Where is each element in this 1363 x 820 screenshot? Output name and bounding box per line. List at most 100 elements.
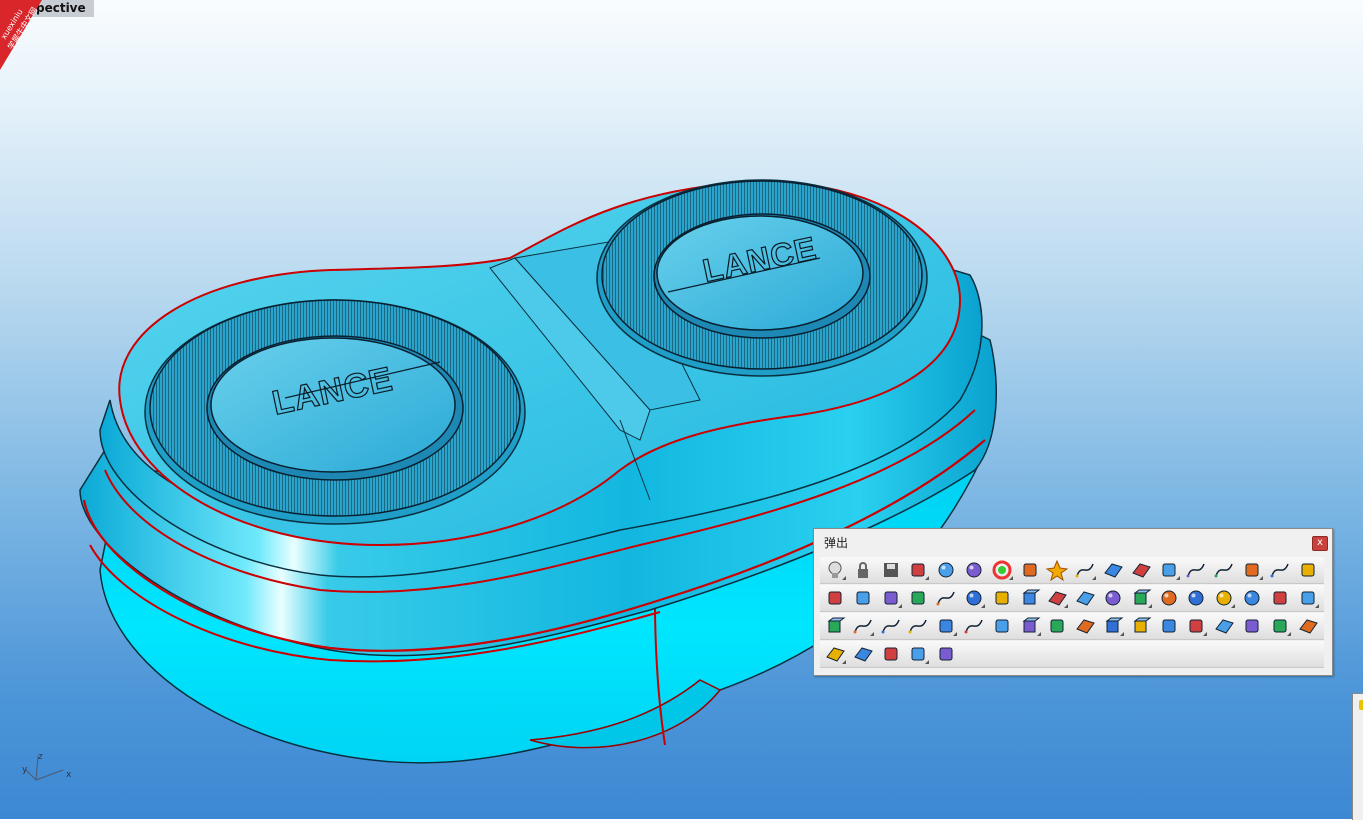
- flyout-indicator-icon: [897, 604, 902, 608]
- wireframe-sphere-button[interactable]: [935, 559, 958, 581]
- arch-button[interactable]: [1269, 559, 1292, 581]
- point-cloud-button[interactable]: [1241, 559, 1264, 581]
- boolean-intersect-button[interactable]: [1213, 587, 1236, 609]
- flyout-indicator-icon: [1203, 632, 1208, 636]
- solid-box-button[interactable]: [824, 615, 847, 637]
- polyline-2-icon: [963, 615, 986, 637]
- toolbar-row-4: [820, 641, 1324, 668]
- flyout-indicator-icon: [981, 604, 985, 608]
- loft-button[interactable]: [824, 643, 847, 665]
- circle-sphere-icon: [1102, 587, 1125, 609]
- boolean-difference-icon: [1241, 587, 1264, 609]
- sweep-button[interactable]: [1074, 615, 1097, 637]
- offset-button[interactable]: [1269, 587, 1292, 609]
- explode-button[interactable]: [1158, 559, 1181, 581]
- circle-button[interactable]: [963, 587, 986, 609]
- list-button[interactable]: [991, 615, 1014, 637]
- render-icon: [1046, 559, 1069, 581]
- save-button[interactable]: [880, 559, 903, 581]
- options-gear-icon: [1019, 559, 1042, 581]
- lightbulb-button[interactable]: [824, 559, 847, 581]
- grid-points-button[interactable]: [852, 587, 875, 609]
- sphere-button[interactable]: [1158, 587, 1181, 609]
- circle-sphere-button[interactable]: [1102, 587, 1125, 609]
- surface-2-button[interactable]: [1213, 615, 1236, 637]
- axes-indicator: x y z: [22, 752, 72, 781]
- patch-button[interactable]: [1297, 615, 1320, 637]
- color-wheel-button[interactable]: [991, 559, 1014, 581]
- align-button[interactable]: [880, 587, 903, 609]
- clipping-button[interactable]: [935, 643, 958, 665]
- flyout-indicator-icon: [842, 660, 846, 664]
- flyout-indicator-icon: [1036, 632, 1041, 636]
- pipe-button[interactable]: [1297, 587, 1320, 609]
- array-button[interactable]: [1046, 615, 1069, 637]
- panel-icon: [1359, 700, 1363, 710]
- cylinder-2-button[interactable]: [1102, 615, 1125, 637]
- cylinder-solid-button[interactable]: [1019, 615, 1042, 637]
- curve-button[interactable]: [880, 615, 903, 637]
- flip-button[interactable]: [880, 643, 903, 665]
- cylinder-3-icon: [1130, 615, 1153, 637]
- layers-icon: [991, 587, 1014, 609]
- sweep-surface-button[interactable]: [1130, 559, 1153, 581]
- blend-curve-icon: [1185, 559, 1208, 581]
- wireframe-sphere-icon: [935, 559, 958, 581]
- sphere-icon: [1158, 587, 1181, 609]
- zoom-extents-button[interactable]: [907, 559, 930, 581]
- cone-button[interactable]: [1269, 615, 1292, 637]
- blend-surface-button[interactable]: [1213, 559, 1236, 581]
- shaded-sphere-button[interactable]: [963, 559, 986, 581]
- surface-2-icon: [1213, 615, 1236, 637]
- watermark-logo: xuexiniu 学犀牛中文网: [0, 0, 42, 70]
- mirror-button[interactable]: [824, 587, 847, 609]
- rotate-3d-button[interactable]: [1297, 559, 1320, 581]
- flyout-indicator-icon: [1120, 632, 1124, 636]
- flyout-indicator-icon: [1175, 576, 1180, 580]
- lock-button[interactable]: [852, 559, 875, 581]
- rotate-button[interactable]: [907, 643, 930, 665]
- options-gear-button[interactable]: [1019, 559, 1042, 581]
- surface-button[interactable]: [1074, 587, 1097, 609]
- polyline-button[interactable]: [935, 587, 958, 609]
- cylinder-button[interactable]: [1019, 587, 1042, 609]
- model-scene[interactable]: LANCE LANCE: [0, 0, 1363, 819]
- polyline-icon: [935, 587, 958, 609]
- fillet-curve-button[interactable]: [852, 615, 875, 637]
- arc-blend-icon: [907, 615, 930, 637]
- boolean-difference-button[interactable]: [1241, 587, 1264, 609]
- flyout-indicator-icon: [1286, 632, 1291, 636]
- flyout-indicator-icon: [925, 576, 930, 580]
- popup-toolbar[interactable]: 弹出 x: [813, 528, 1333, 676]
- render-button[interactable]: [1046, 559, 1069, 581]
- viewport[interactable]: LANCE LANCE Perspective xuexiniu 学犀牛中文网 …: [0, 0, 1363, 820]
- patch-icon: [1297, 615, 1320, 637]
- box-button[interactable]: [1130, 587, 1153, 609]
- pie-2-button[interactable]: [1185, 615, 1208, 637]
- popup-close-button[interactable]: x: [1312, 536, 1328, 551]
- arc-curve-button[interactable]: [1074, 559, 1097, 581]
- toolbar-row-1: [820, 557, 1324, 584]
- walk-button[interactable]: [935, 615, 958, 637]
- side-panel-stub[interactable]: [1352, 693, 1363, 820]
- boolean-union-button[interactable]: [1185, 587, 1208, 609]
- blend-curve-button[interactable]: [1185, 559, 1208, 581]
- funnel-button[interactable]: [1241, 615, 1264, 637]
- toolbar-row-3: [820, 613, 1324, 640]
- pie-button[interactable]: [1158, 615, 1181, 637]
- surface-patch-button[interactable]: [1102, 559, 1125, 581]
- arc-blend-button[interactable]: [907, 615, 930, 637]
- polyline-2-button[interactable]: [963, 615, 986, 637]
- plane-2-button[interactable]: [852, 643, 875, 665]
- cylinder-3-button[interactable]: [1130, 615, 1153, 637]
- sweep-surface-icon: [1130, 559, 1153, 581]
- clipping-icon: [935, 643, 958, 665]
- flyout-indicator-icon: [1231, 604, 1236, 608]
- extrude-button[interactable]: [907, 587, 930, 609]
- rotate-3d-icon: [1297, 559, 1320, 581]
- plane-button[interactable]: [1046, 587, 1069, 609]
- lock-icon: [852, 559, 875, 581]
- shaded-sphere-icon: [963, 559, 986, 581]
- layers-button[interactable]: [991, 587, 1014, 609]
- offset-icon: [1269, 587, 1292, 609]
